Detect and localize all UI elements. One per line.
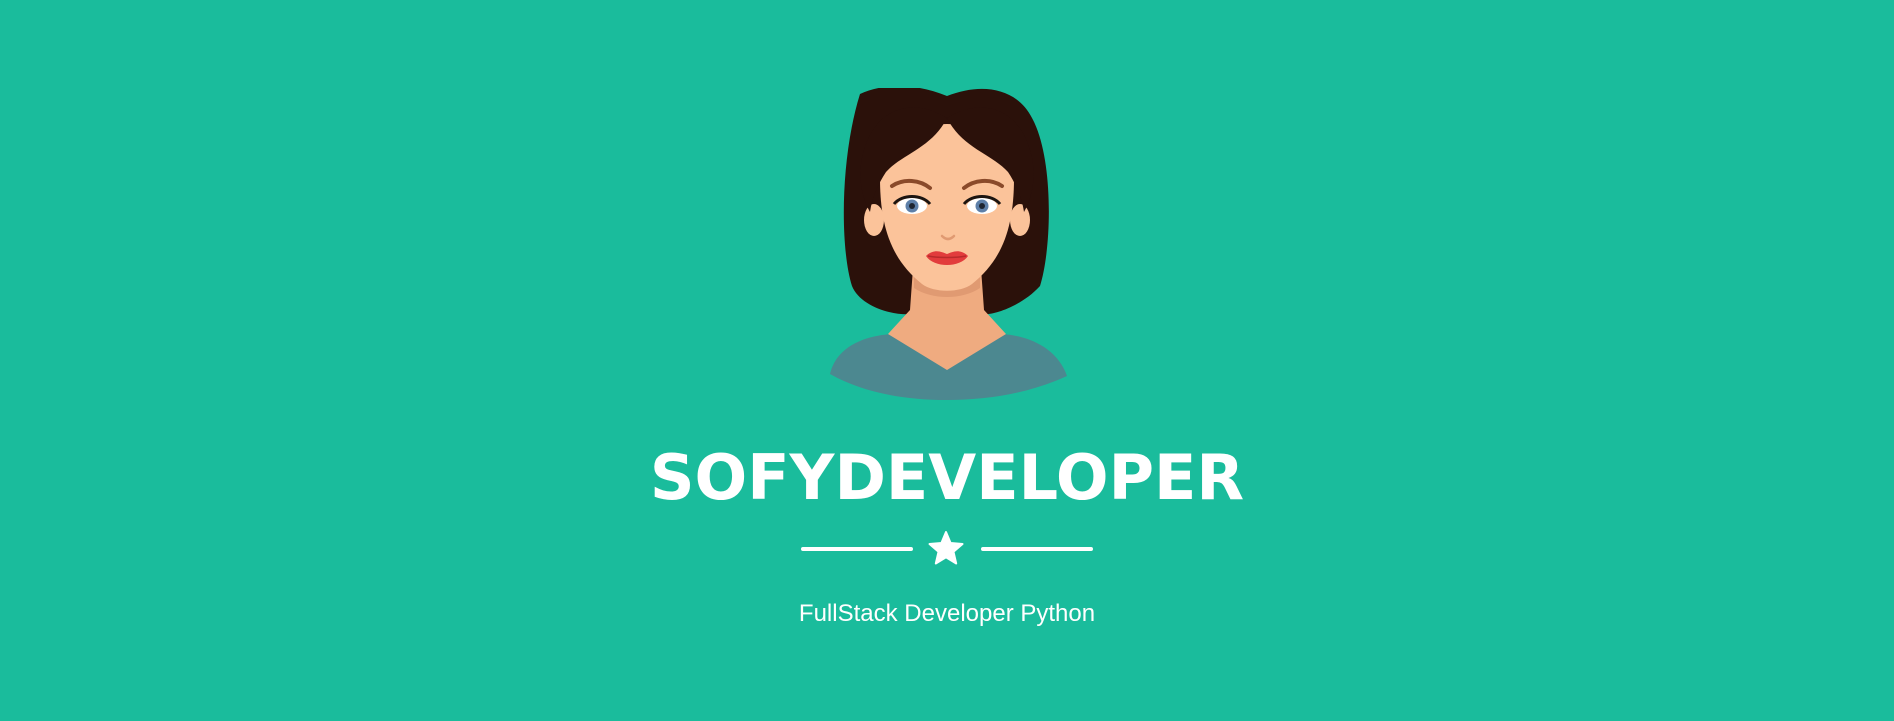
divider-line-right [981, 547, 1093, 551]
page-subtitle: FullStack Developer Python [798, 600, 1096, 627]
avatar [822, 88, 1072, 408]
star-icon [928, 531, 964, 565]
masthead: SOFYDEVELOPER FullStack Developer Python [0, 0, 1894, 721]
divider-line-left [801, 547, 913, 551]
woman-avatar-icon [830, 88, 1067, 400]
page-title: SOFYDEVELOPER [649, 441, 1245, 514]
star-divider [0, 528, 1894, 568]
